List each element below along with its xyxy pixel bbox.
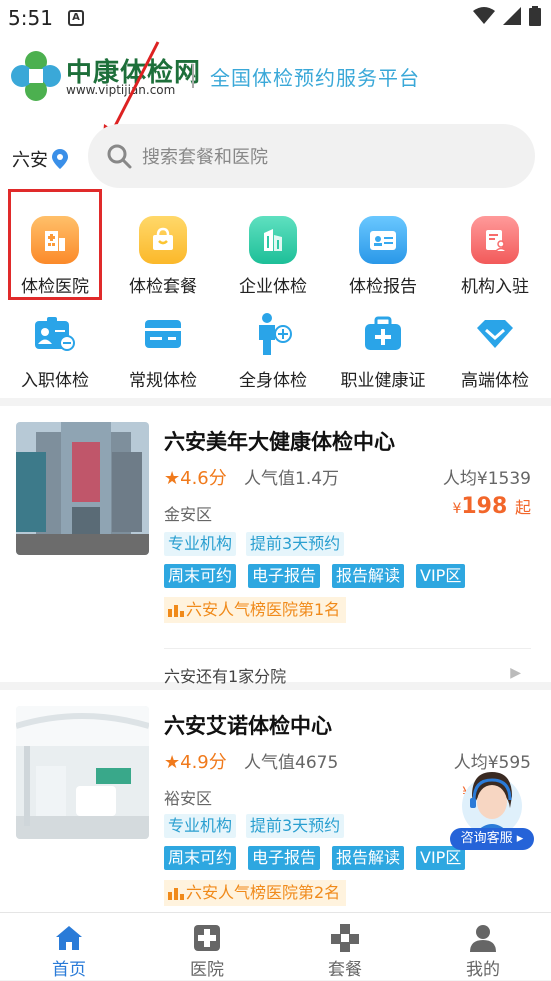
employee-badge-icon <box>31 310 79 358</box>
home-icon <box>52 921 86 955</box>
brand-header: 中康体检网 www.viptijian.com 全国体检预约服务平台 <box>0 50 551 106</box>
id-card-icon <box>359 216 407 264</box>
tab-label: 套餐 <box>328 960 362 980</box>
status-time: 5:51 <box>8 6 53 30</box>
customer-service-label: 咨询客服 ▸ <box>450 828 534 850</box>
customer-service-avatar-icon <box>462 772 522 832</box>
chevron-right-icon: ▶ <box>510 665 521 681</box>
category-label: 体检报告 <box>349 277 417 297</box>
tab-me[interactable]: 我的 <box>414 913 551 981</box>
hospital-cross-icon <box>190 921 224 955</box>
tab-label: 医院 <box>190 960 224 980</box>
hospital-building-icon <box>31 216 79 264</box>
category-label: 职业健康证 <box>340 371 426 391</box>
office-building-icon <box>249 216 297 264</box>
hospital-rating: ★4.9分 <box>164 752 227 773</box>
category-fullbody[interactable]: 全身体检 <box>218 310 328 394</box>
category-onboarding[interactable]: 入职体检 <box>0 310 110 394</box>
brand-slogan: 全国体检预约服务平台 <box>210 66 420 90</box>
service-tag: VIP区 <box>416 564 466 588</box>
category-label: 企业体检 <box>239 277 307 297</box>
battery-icon <box>529 6 541 26</box>
bar-chart-icon <box>168 888 184 900</box>
rank-label: 六安人气榜医院第1名 <box>186 600 341 619</box>
feature-tag: 专业机构 <box>164 532 237 556</box>
hospital-district: 裕安区 <box>164 789 213 808</box>
category-routine[interactable]: 常规体检 <box>108 310 218 394</box>
feature-tag: 提前3天预约 <box>246 532 345 556</box>
search-bar[interactable]: 搜索套餐和医院 <box>88 124 535 188</box>
service-tag: 报告解读 <box>332 564 405 588</box>
category-label: 全身体检 <box>239 371 307 391</box>
hospital-popularity: 人气值1.4万 <box>244 469 340 489</box>
document-user-icon <box>471 216 519 264</box>
rank-badge: 六安人气榜医院第2名 <box>164 880 347 906</box>
wifi-icon <box>473 7 495 24</box>
service-tag: 电子报告 <box>248 564 321 588</box>
user-icon <box>466 921 500 955</box>
price-value: 198 <box>461 494 508 519</box>
category-join[interactable]: 机构入驻 <box>440 210 550 297</box>
service-tag: 报告解读 <box>332 846 405 870</box>
feature-tag: 专业机构 <box>164 814 237 838</box>
category-label: 体检医院 <box>21 277 89 297</box>
status-bar: 5:51 A <box>0 0 551 36</box>
hospital-name: 六安美年大健康体检中心 <box>164 430 395 454</box>
hospital-rating: ★4.6分 <box>164 468 227 489</box>
customer-service-button[interactable]: 咨询客服 ▸ <box>450 766 534 852</box>
medical-kit-icon <box>359 310 407 358</box>
category-label: 入职体检 <box>21 371 89 391</box>
hospital-popularity: 人气值4675 <box>244 753 339 773</box>
search-icon <box>107 144 132 169</box>
category-label: 常规体检 <box>129 371 197 391</box>
signal-icon <box>503 7 521 25</box>
city-label: 六安 <box>12 150 48 171</box>
bottom-tab-bar: 首页 医院 套餐 我的 <box>0 912 551 980</box>
tab-home[interactable]: 首页 <box>0 913 138 981</box>
tab-package[interactable]: 套餐 <box>276 913 414 981</box>
status-icons <box>473 6 541 26</box>
category-label: 高端体检 <box>461 371 529 391</box>
tab-hospital[interactable]: 医院 <box>138 913 276 981</box>
rank-label: 六安人气榜医院第2名 <box>186 883 341 902</box>
category-report[interactable]: 体检报告 <box>328 210 438 297</box>
category-package[interactable]: 体检套餐 <box>108 210 218 297</box>
body-plus-icon <box>249 310 297 358</box>
category-premium[interactable]: 高端体检 <box>440 310 550 394</box>
category-label: 体检套餐 <box>129 277 197 297</box>
tab-label: 首页 <box>52 960 86 980</box>
category-enterprise[interactable]: 企业体检 <box>218 210 328 297</box>
city-selector[interactable]: 六安 <box>12 146 68 172</box>
branch-label: 六安还有1家分院 <box>164 667 287 686</box>
tab-label: 我的 <box>466 960 500 980</box>
header-divider <box>192 64 194 88</box>
notification-a-icon: A <box>68 10 84 26</box>
hospital-avg-price: 人均¥1539 <box>442 469 531 489</box>
rank-badge: 六安人气榜医院第1名 <box>164 597 347 623</box>
diamond-icon <box>471 310 519 358</box>
service-tag: 电子报告 <box>248 846 321 870</box>
brand-logo-icon <box>11 51 61 101</box>
hospital-photo <box>16 422 149 555</box>
card-icon <box>139 310 187 358</box>
hospital-card[interactable]: 六安美年大健康体检中心 ★4.6分 人气值1.4万 人均¥1539 金安区 ¥1… <box>0 406 551 686</box>
hospital-district: 金安区 <box>164 505 213 524</box>
location-pin-icon <box>52 149 68 169</box>
service-tag: 周末可约 <box>164 564 237 588</box>
price-unit: 起 <box>514 498 531 517</box>
branch-link[interactable]: 六安还有1家分院 ▶ <box>164 648 531 687</box>
hospital-name: 六安艾诺体检中心 <box>164 714 332 738</box>
gift-bag-icon <box>139 216 187 264</box>
bar-chart-icon <box>168 605 184 617</box>
feature-tag: 提前3天预约 <box>246 814 345 838</box>
category-health-cert[interactable]: 职业健康证 <box>328 310 438 394</box>
category-hospital[interactable]: 体检医院 <box>0 210 110 297</box>
search-placeholder: 搜索套餐和医院 <box>142 147 268 168</box>
package-icon <box>328 921 362 955</box>
hospital-photo <box>16 706 149 839</box>
category-label: 机构入驻 <box>461 277 529 297</box>
service-tag: 周末可约 <box>164 846 237 870</box>
hospital-price: ¥198 起 <box>452 494 531 519</box>
